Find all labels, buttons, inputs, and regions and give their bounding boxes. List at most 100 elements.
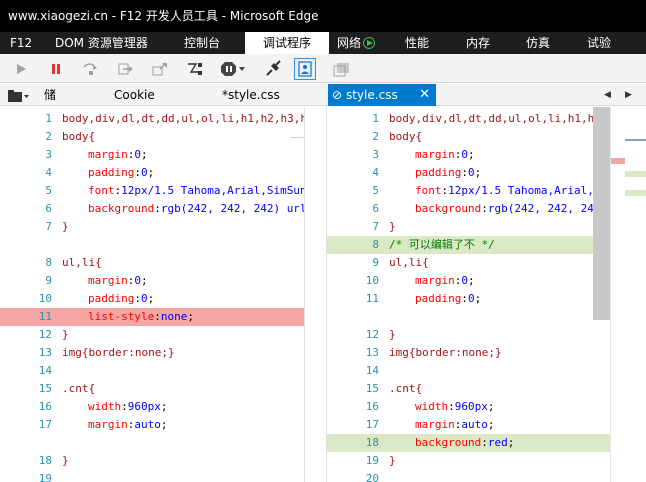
line-number[interactable]: 7 <box>0 218 52 236</box>
code-line[interactable]: 1 body,div,dl,dt,dd,ul,ol,li,h1,h2,h3,h4 <box>327 110 610 128</box>
next-file-icon[interactable]: ▶ <box>625 84 632 106</box>
line-number[interactable]: 20 <box>327 470 379 482</box>
code-line[interactable]: 13 img{border:none;} <box>327 344 610 362</box>
code-line[interactable]: 16 width:960px; <box>327 398 610 416</box>
tab-debugger[interactable]: 调试程序 <box>245 32 329 54</box>
code-line[interactable]: 4 padding:0; <box>0 164 304 182</box>
cookie-tab[interactable]: Cookie <box>114 84 155 106</box>
code-line[interactable]: 13 img{border:none;} <box>0 344 304 362</box>
code-line[interactable]: 14 <box>327 362 610 380</box>
line-number[interactable]: 10 <box>327 272 379 290</box>
code-line[interactable]: 6 background:rgb(242, 242, 242) url; <box>0 200 304 218</box>
code-line[interactable]: 10 padding:0; <box>0 290 304 308</box>
tab-dom-explorer[interactable]: DOM 资源管理器 <box>55 32 148 54</box>
line-number[interactable]: 11 <box>327 290 379 308</box>
disconnect-icon[interactable] <box>262 58 284 80</box>
folder-icon[interactable] <box>8 88 30 102</box>
diff-minimap[interactable] <box>610 107 646 482</box>
line-number[interactable]: 19 <box>327 452 379 470</box>
line-number[interactable]: 13 <box>0 344 52 362</box>
tab-network[interactable]: 网络 <box>337 32 376 54</box>
record-icon[interactable] <box>363 37 376 49</box>
close-icon[interactable]: ✕ <box>419 84 430 106</box>
line-number[interactable]: 1 <box>0 110 52 128</box>
just-my-code-icon[interactable] <box>294 58 316 80</box>
tab-performance[interactable]: 性能 <box>405 32 429 54</box>
continue-icon[interactable] <box>10 58 32 80</box>
tab-console[interactable]: 控制台 <box>184 32 220 54</box>
code-line[interactable] <box>0 236 304 254</box>
line-number[interactable]: 14 <box>0 362 52 380</box>
code-line[interactable]: 16 width:960px; <box>0 398 304 416</box>
line-number[interactable]: 6 <box>327 200 379 218</box>
code-line[interactable]: 9 ul,li{ <box>327 254 610 272</box>
code-line[interactable]: 20 <box>327 470 610 482</box>
line-number[interactable]: 2 <box>0 128 52 146</box>
line-number[interactable]: 3 <box>0 146 52 164</box>
line-number[interactable]: 12 <box>0 326 52 344</box>
line-number[interactable]: 7 <box>327 218 379 236</box>
line-number[interactable]: 18 <box>327 434 379 452</box>
line-number[interactable]: 5 <box>0 182 52 200</box>
tab-experiments[interactable]: 试验 <box>587 32 611 54</box>
line-number[interactable]: 4 <box>0 164 52 182</box>
code-line[interactable]: 7} <box>327 218 610 236</box>
code-line[interactable]: 12} <box>327 326 610 344</box>
code-line[interactable]: 15 .cnt{ <box>0 380 304 398</box>
code-line[interactable]: 2 body{ <box>327 128 610 146</box>
code-line[interactable]: 10 margin:0; <box>327 272 610 290</box>
step-into-icon[interactable] <box>115 58 137 80</box>
code-line[interactable]: 9 margin:0; <box>0 272 304 290</box>
line-number[interactable]: 16 <box>0 398 52 416</box>
line-number[interactable]: 15 <box>0 380 52 398</box>
right-file-tab[interactable]: ⊘ style.css ✕ <box>328 84 436 106</box>
code-line[interactable]: 18} <box>0 452 304 470</box>
line-number[interactable]: 13 <box>327 344 379 362</box>
line-number[interactable]: 3 <box>327 146 379 164</box>
line-number[interactable]: 4 <box>327 164 379 182</box>
code-line[interactable]: 3 margin:0; <box>327 146 610 164</box>
inserted-code-line[interactable]: 18 background:red; <box>327 434 610 452</box>
line-number[interactable]: 15 <box>327 380 379 398</box>
line-number[interactable]: 2 <box>327 128 379 146</box>
line-number[interactable]: 6 <box>0 200 52 218</box>
line-number[interactable]: 14 <box>327 362 379 380</box>
break-on-new-worker-icon[interactable] <box>184 58 206 80</box>
code-line[interactable]: 5 font:12px/1.5 Tahoma,Arial,SimSun; <box>327 182 610 200</box>
tab-emulation[interactable]: 仿真 <box>526 32 550 54</box>
line-number[interactable]: 17 <box>327 416 379 434</box>
prev-file-icon[interactable]: ◀ <box>604 84 611 106</box>
line-number[interactable]: 8 <box>0 254 52 272</box>
code-line[interactable]: 11 padding:0; <box>327 290 610 308</box>
code-line[interactable]: 19 <box>0 470 304 482</box>
line-number[interactable]: 1 <box>327 110 379 128</box>
code-line[interactable]: 7} <box>0 218 304 236</box>
code-line[interactable]: 1 body,div,dl,dt,dd,ul,ol,li,h1,h2,h3,h4 <box>0 110 304 128</box>
code-line[interactable] <box>327 308 610 326</box>
line-number[interactable]: 5 <box>327 182 379 200</box>
line-number[interactable]: 17 <box>0 416 52 434</box>
line-number[interactable]: 19 <box>0 470 52 482</box>
code-line[interactable]: 6 background:rgb(242, 242, 242) url; <box>327 200 610 218</box>
code-line[interactable]: 5 font:12px/1.5 Tahoma,Arial,SimSun; <box>0 182 304 200</box>
code-line[interactable]: 15 .cnt{ <box>327 380 610 398</box>
code-line[interactable]: 17 margin:auto; <box>327 416 610 434</box>
code-line[interactable]: 2 body{ <box>0 128 304 146</box>
line-number[interactable]: 10 <box>0 290 52 308</box>
line-number[interactable]: 18 <box>0 452 52 470</box>
step-out-icon[interactable] <box>149 58 171 80</box>
line-number[interactable]: 16 <box>327 398 379 416</box>
code-line[interactable]: 12} <box>0 326 304 344</box>
line-number[interactable]: 9 <box>0 272 52 290</box>
deleted-code-line[interactable]: 11 list-style:none; <box>0 308 304 326</box>
code-line[interactable]: 19} <box>327 452 610 470</box>
break-icon[interactable] <box>45 58 67 80</box>
code-line[interactable] <box>0 434 304 452</box>
left-file-tab[interactable]: *style.css <box>222 84 280 106</box>
right-code-pane[interactable]: 1 body,div,dl,dt,dd,ul,ol,li,h1,h2,h3,h4 2… <box>327 107 610 482</box>
pretty-print-icon[interactable] <box>331 58 353 80</box>
tab-memory[interactable]: 内存 <box>466 32 490 54</box>
code-line[interactable]: 8 ul,li{ <box>0 254 304 272</box>
code-line[interactable]: 4 padding:0; <box>327 164 610 182</box>
code-line[interactable]: 17 margin:auto; <box>0 416 304 434</box>
